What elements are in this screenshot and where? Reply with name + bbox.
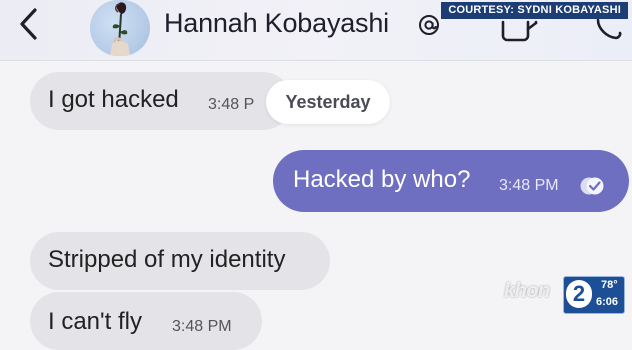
read-check-icon xyxy=(580,177,604,195)
date-separator: Yesterday xyxy=(266,80,390,124)
contact-avatar[interactable] xyxy=(90,0,150,56)
back-chevron-icon xyxy=(20,8,37,40)
message-text: I can't fly xyxy=(48,308,142,335)
contact-name[interactable]: Hannah Kobayashi xyxy=(164,8,389,39)
message-text: Stripped of my identity xyxy=(48,246,286,273)
phone-icon[interactable] xyxy=(594,18,626,40)
message-time: 3:48 PM xyxy=(172,318,232,335)
message-text: Hacked by who? xyxy=(293,166,471,193)
message-bubble-received[interactable]: I can't fly 3:48 PM xyxy=(30,292,262,350)
message-text: I got hacked xyxy=(48,86,179,113)
message-time: 3:48 P xyxy=(208,96,255,113)
verified-at-icon xyxy=(419,15,439,35)
station-logo: khon xyxy=(504,280,550,302)
video-call-icon[interactable] xyxy=(500,20,540,42)
message-time: 3:48 PM xyxy=(499,177,559,194)
chat-header: Hannah Kobayashi COURTESY: SYDNI KOBAYAS… xyxy=(0,0,632,61)
message-bubble-received[interactable]: I got hacked 3:48 P xyxy=(30,72,292,130)
courtesy-credit: COURTESY: SYDNI KOBAYASHI xyxy=(441,2,628,19)
message-bubble-sent[interactable]: Hacked by who? 3:48 PM xyxy=(273,150,629,212)
message-bubble-received[interactable]: Stripped of my identity xyxy=(30,232,330,290)
avatar-rose-icon xyxy=(110,2,130,56)
broadcast-time: 6:06 xyxy=(596,296,619,308)
broadcast-temperature: 78° xyxy=(601,279,618,291)
channel-number: 2 xyxy=(566,280,592,308)
broadcast-badge: 2 78° 6:06 xyxy=(563,276,625,314)
back-button[interactable] xyxy=(8,4,48,44)
